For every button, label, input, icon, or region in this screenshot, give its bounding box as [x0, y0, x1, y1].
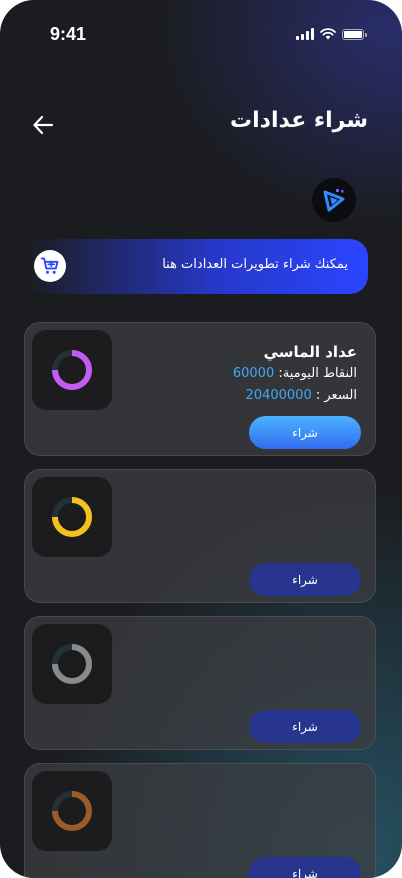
app-logo-icon [312, 178, 356, 222]
counter-title: عداد الماسي [263, 343, 357, 361]
counter-card: عداد الماسي النقاط اليومية: 60000 السعر … [24, 322, 376, 456]
page-title: شراء عدادات [230, 108, 368, 133]
daily-points-row: النقاط اليومية: 60000 [233, 366, 357, 381]
buy-button[interactable]: شراء [249, 710, 361, 743]
progress-ring-icon [52, 497, 92, 537]
status-icons [296, 28, 367, 40]
buy-button[interactable]: شراء [249, 563, 361, 596]
price-label: السعر : [315, 388, 357, 403]
signal-icon [296, 28, 314, 40]
counter-card: شراء [24, 763, 376, 878]
progress-ring-icon [52, 791, 92, 831]
buy-button[interactable]: شراء [249, 416, 361, 449]
cart-button[interactable] [34, 250, 66, 282]
counter-icon-tile [32, 330, 112, 410]
status-time: 9:41 [50, 24, 87, 44]
arrow-left-icon [33, 115, 54, 135]
daily-points-label: النقاط اليومية: [278, 366, 357, 381]
buy-button[interactable]: شراء [249, 857, 361, 878]
counter-card: شراء [24, 616, 376, 750]
counter-card: شراء [24, 469, 376, 603]
progress-ring-icon [52, 350, 92, 390]
info-banner: يمكنك شراء تطويرات العدادات هنا [26, 239, 368, 294]
battery-icon [342, 28, 367, 40]
app-screen: 9:41 شراء عدادات يمكنك شراء تطويرات العد… [0, 0, 402, 878]
banner-text: يمكنك شراء تطويرات العدادات هنا [162, 257, 348, 272]
progress-ring-icon [52, 644, 92, 684]
counter-icon-tile [32, 771, 112, 851]
counter-icon-tile [32, 624, 112, 704]
shopping-cart-icon [40, 257, 59, 274]
back-button[interactable] [28, 110, 58, 140]
counter-icon-tile [32, 477, 112, 557]
price-value: 20400000 [245, 388, 312, 403]
daily-points-value: 60000 [232, 366, 275, 381]
wifi-icon [320, 28, 336, 40]
price-row: السعر : 20400000 [246, 388, 357, 403]
